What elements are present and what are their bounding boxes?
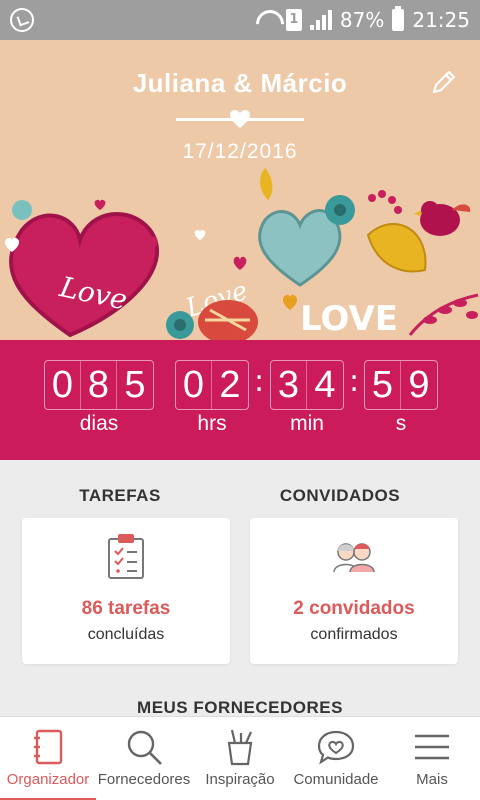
sim-icon: 1 (285, 9, 302, 31)
countdown-digit: 0 (45, 361, 81, 409)
countdown-seconds: 5 9 (364, 360, 438, 410)
countdown-timer: 0 8 5 0 2 : 3 4 : 5 9 dias hrs min s (0, 340, 480, 460)
love-illustration: Love Love LOVE (4, 168, 479, 340)
nav-item-comunidade[interactable]: Comunidade (288, 717, 384, 800)
nav-item-organizador[interactable]: Organizador (0, 717, 96, 800)
countdown-days: 0 8 5 (44, 360, 154, 410)
countdown-label-hours: hrs (197, 412, 227, 435)
countdown-label-seconds: s (395, 412, 407, 435)
tasks-card[interactable]: 86 tarefas concluídas (22, 518, 230, 664)
status-bar-right: 1 87% 21:25 (256, 6, 470, 34)
countdown-digit: 5 (124, 364, 146, 406)
guests-card[interactable]: 2 convidados confirmados (250, 518, 458, 664)
nav-label: Inspiração (205, 771, 275, 788)
countdown-digit: 5 (365, 361, 401, 409)
guests-count: 2 convidados (293, 598, 415, 619)
couple-names: Juliana & Márcio (132, 68, 348, 98)
countdown-digit: 8 (81, 361, 117, 409)
bottom-navigation: Organizador Fornecedores Inspiração Comu… (0, 716, 480, 800)
nav-item-inspiracao[interactable]: Inspiração (192, 717, 288, 800)
clock: 21:25 (412, 8, 470, 32)
signal-icon (309, 10, 332, 30)
nav-item-mais[interactable]: Mais (384, 717, 480, 800)
countdown-digit: 2 (219, 364, 241, 406)
pencil-cup-icon (227, 729, 253, 766)
wedding-header: Juliana & Márcio 17/12/2016 Love Love LO… (0, 40, 480, 340)
tasks-status: concluídas (87, 626, 165, 643)
nav-label: Mais (416, 771, 448, 788)
countdown-minutes: 3 4 (270, 360, 344, 410)
chat-heart-icon (317, 730, 355, 765)
countdown-hours: 0 2 (175, 360, 249, 410)
nav-label: Organizador (6, 771, 90, 788)
countdown-digit: 4 (314, 364, 336, 406)
countdown-digit: 9 (408, 364, 430, 406)
countdown-separator: : (349, 364, 360, 399)
search-icon (127, 730, 162, 765)
countdown-label-days: dias (79, 412, 119, 435)
status-bar: 1 87% 21:25 (0, 0, 480, 40)
guests-title: CONVIDADOS (279, 486, 401, 505)
love-text-3: LOVE (300, 299, 398, 339)
nav-item-fornecedores[interactable]: Fornecedores (96, 717, 192, 800)
menu-icon (415, 734, 449, 760)
notebook-icon (34, 729, 63, 765)
couple-guests-icon (333, 543, 375, 573)
whatsapp-icon (10, 8, 34, 32)
edit-pencil-icon[interactable] (430, 68, 458, 96)
tasks-title: TAREFAS (79, 486, 161, 505)
guests-status: confirmados (310, 626, 398, 643)
wifi-icon (256, 10, 278, 30)
suppliers-title: MEUS FORNECEDORES (137, 698, 343, 717)
countdown-separator: : (254, 364, 265, 399)
countdown-label-minutes: min (290, 412, 324, 435)
tasks-count: 86 tarefas (81, 598, 171, 619)
countdown-digit: 3 (271, 361, 307, 409)
clipboard-checklist-icon (108, 534, 144, 579)
countdown-digit: 0 (176, 361, 212, 409)
battery-icon (392, 6, 405, 31)
nav-label: Comunidade (293, 771, 379, 788)
heart-divider-icon (230, 110, 250, 128)
nav-label: Fornecedores (97, 771, 191, 788)
battery-percent: 87% (339, 8, 385, 32)
